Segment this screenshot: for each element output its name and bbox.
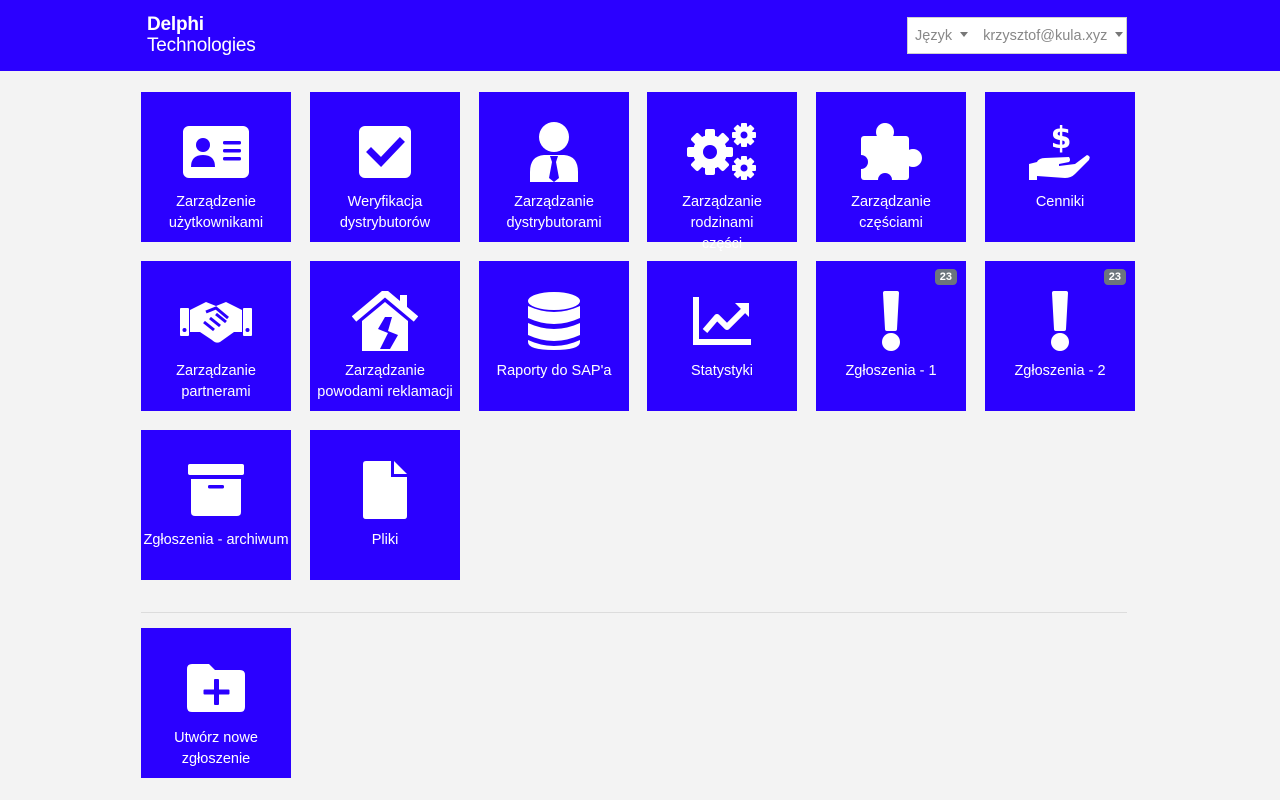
nav-dropdowns: Język krzysztof@kula.xyz <box>907 17 1127 54</box>
tile-part-families[interactable]: Zarządzanie rodzinami części <box>647 92 797 252</box>
top-navbar: Delphi Technologies Język krzysztof@kula… <box>0 0 1280 71</box>
tile-complaint-reasons[interactable]: Zarządzanie powodami reklamacji <box>310 261 460 411</box>
tile-label: Utwórz nowe zgłoszenie <box>174 730 258 767</box>
caret-down-icon <box>1115 32 1124 37</box>
tile-distributor-verification[interactable]: Weryfikacja dystrybutorów <box>310 92 460 242</box>
user-tie-icon <box>479 122 629 182</box>
create-new-ticket-tile[interactable]: Utwórz nowe zgłoszenie <box>141 628 291 778</box>
tile-label: Zarządzanie częściami <box>851 194 931 231</box>
tile-label: Zarządzanie rodzinami części <box>682 194 762 252</box>
exclamation-icon <box>985 291 1135 351</box>
tile-sap-reports[interactable]: Raporty do SAP'a <box>479 261 629 411</box>
tile-parts-management[interactable]: Zarządzanie częściami <box>816 92 966 242</box>
house-damage-icon <box>310 291 460 351</box>
tile-label: Zarządzanie partnerami <box>176 363 256 400</box>
archive-icon <box>141 460 291 520</box>
tile-label: Statystyki <box>690 363 754 379</box>
user-dropdown[interactable]: krzysztof@kula.xyz <box>983 27 1124 44</box>
tile-label: Zarządzanie dystrybutorami <box>506 194 602 231</box>
tile-distributor-management[interactable]: Zarządzanie dystrybutorami <box>479 92 629 242</box>
brand-line-2: Technologies <box>147 35 256 56</box>
puzzle-piece-icon <box>816 122 966 182</box>
tile-price-lists[interactable]: $ Cenniki <box>985 92 1135 242</box>
language-label: Język <box>915 27 953 44</box>
count-badge: 23 <box>1103 269 1126 285</box>
check-square-icon <box>310 122 460 182</box>
tile-label: Zgłoszenia - 2 <box>1014 363 1106 379</box>
tile-label: Zgłoszenia - archiwum <box>143 532 289 548</box>
tile-label: Weryfikacja dystrybutorów <box>339 194 431 231</box>
cogs-icon <box>647 122 797 182</box>
chart-line-icon <box>647 291 797 351</box>
hand-holding-usd-icon: $ <box>985 122 1135 182</box>
tile-tickets-archive[interactable]: Zgłoszenia - archiwum <box>141 430 291 580</box>
svg-text:$: $ <box>1051 122 1072 156</box>
tile-partner-management[interactable]: Zarządzanie partnerami <box>141 261 291 411</box>
user-email: krzysztof@kula.xyz <box>983 27 1108 44</box>
caret-down-icon <box>960 32 969 37</box>
count-badge: 23 <box>934 269 957 285</box>
database-icon <box>479 291 629 351</box>
tile-label: Zgłoszenia - 1 <box>845 363 937 379</box>
tile-files[interactable]: Pliki <box>310 430 460 580</box>
language-dropdown[interactable]: Język <box>915 27 969 44</box>
tile-label: Cenniki <box>1035 194 1085 210</box>
brand-logo[interactable]: Delphi Technologies <box>147 15 256 55</box>
file-icon <box>310 460 460 520</box>
tile-tickets-1[interactable]: 23 Zgłoszenia - 1 <box>816 261 966 411</box>
tile-label: Pliki <box>371 532 399 548</box>
tile-label: Raporty do SAP'a <box>496 363 612 379</box>
tile-tickets-2[interactable]: 23 Zgłoszenia - 2 <box>985 261 1135 411</box>
tile-user-management[interactable]: Zarządzenie użytkownikami <box>141 92 291 242</box>
handshake-icon <box>141 291 291 351</box>
id-card-icon <box>141 122 291 182</box>
exclamation-icon <box>816 291 966 351</box>
folder-plus-icon <box>141 658 291 718</box>
brand-line-1: Delphi <box>147 14 204 35</box>
tile-label: Zarządzanie powodami reklamacji <box>317 363 453 400</box>
section-divider <box>141 612 1127 613</box>
tile-statistics[interactable]: Statystyki <box>647 261 797 411</box>
tile-label: Zarządzenie użytkownikami <box>168 194 264 231</box>
